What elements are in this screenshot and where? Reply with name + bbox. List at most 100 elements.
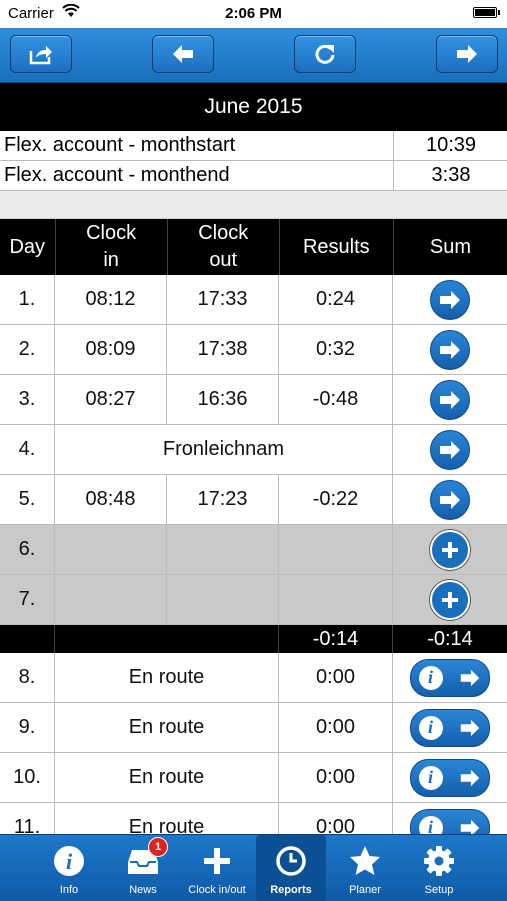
info-detail-button[interactable]: i bbox=[410, 758, 490, 797]
table-row[interactable]: 10. En route 0:00 i bbox=[0, 753, 507, 803]
tab-info[interactable]: i Info bbox=[34, 835, 104, 901]
arrow-right-icon bbox=[460, 719, 479, 736]
tab-label: Clock in/out bbox=[188, 884, 246, 896]
detail-arrow-button[interactable] bbox=[430, 279, 470, 320]
next-month-button[interactable] bbox=[436, 35, 498, 73]
add-entry-button[interactable] bbox=[430, 579, 470, 620]
tab-label: Info bbox=[59, 884, 79, 896]
flex-value: 10:39 bbox=[393, 131, 507, 160]
table-row[interactable]: 3. 08:27 16:36 -0:48 bbox=[0, 375, 507, 425]
clock-out-cell: 16:36 bbox=[167, 375, 279, 424]
share-button[interactable] bbox=[10, 35, 72, 73]
tab-setup[interactable]: Setup bbox=[404, 835, 474, 901]
tab-news[interactable]: 1 News bbox=[108, 835, 178, 901]
clock-in-cell bbox=[55, 575, 167, 624]
tab-clock-in-out[interactable]: Clock in/out bbox=[182, 835, 252, 901]
arrow-right-icon bbox=[440, 340, 460, 359]
sum-cell bbox=[393, 425, 507, 474]
sum-cell bbox=[393, 325, 507, 374]
info-detail-button[interactable]: i bbox=[410, 808, 490, 834]
info-detail-button[interactable]: i bbox=[410, 658, 490, 697]
table-row[interactable]: 9. En route 0:00 i bbox=[0, 703, 507, 753]
sum-cell bbox=[393, 375, 507, 424]
refresh-button[interactable] bbox=[294, 35, 356, 73]
sum-cell: i bbox=[393, 653, 507, 702]
svg-text:i: i bbox=[66, 849, 73, 874]
arrow-right-icon bbox=[460, 769, 479, 786]
detail-arrow-button[interactable] bbox=[430, 379, 470, 420]
clock-out-cell bbox=[167, 575, 279, 624]
clock-in-cell bbox=[55, 525, 167, 574]
header-clock-out: Clock out bbox=[168, 219, 280, 275]
table-row[interactable]: 11. En route 0:00 i bbox=[0, 803, 507, 834]
detail-arrow-button[interactable] bbox=[430, 479, 470, 520]
day-cell: 4. bbox=[0, 425, 55, 474]
note-cell: En route bbox=[55, 803, 279, 834]
result-cell: -0:22 bbox=[279, 475, 393, 524]
detail-arrow-button[interactable] bbox=[430, 329, 470, 370]
flex-row-monthstart: Flex. account - monthstart 10:39 bbox=[0, 131, 507, 161]
result-cell: -0:48 bbox=[279, 375, 393, 424]
battery-icon bbox=[473, 7, 500, 18]
tab-label: News bbox=[129, 884, 157, 896]
header-sum: Sum bbox=[429, 235, 471, 258]
table-header: Day Clock in Clock out Results Sum bbox=[0, 219, 507, 275]
plus-icon bbox=[442, 541, 458, 558]
previous-month-button[interactable] bbox=[152, 35, 214, 73]
tab-bar: i Info 1 News Clock in/out Reports Plane… bbox=[0, 834, 507, 901]
share-icon bbox=[29, 46, 52, 65]
arrow-right-icon bbox=[440, 440, 460, 459]
sum-cell: i bbox=[393, 753, 507, 802]
sum-cell bbox=[393, 525, 507, 574]
table-row[interactable]: 7. bbox=[0, 575, 507, 625]
result-cell: 0:24 bbox=[279, 275, 393, 324]
clock-out-cell: 17:33 bbox=[167, 275, 279, 324]
flex-row-monthend: Flex. account - monthend 3:38 bbox=[0, 161, 507, 191]
table-row[interactable]: 5. 08:48 17:23 -0:22 bbox=[0, 475, 507, 525]
arrow-right-icon bbox=[440, 290, 460, 309]
info-icon: i bbox=[418, 715, 443, 740]
table-row[interactable]: 6. bbox=[0, 525, 507, 575]
result-cell: 0:00 bbox=[279, 703, 393, 752]
arrow-left-icon bbox=[173, 45, 193, 63]
clock-out-cell: 17:38 bbox=[167, 325, 279, 374]
clock-out-cell bbox=[167, 525, 279, 574]
detail-arrow-button[interactable] bbox=[430, 429, 470, 470]
info-icon: i bbox=[52, 844, 86, 878]
week-sum: -0:14 bbox=[427, 627, 473, 650]
sum-cell bbox=[393, 475, 507, 524]
sum-cell bbox=[393, 275, 507, 324]
arrow-right-icon bbox=[440, 390, 460, 409]
tab-reports[interactable]: Reports bbox=[256, 835, 326, 901]
news-badge: 1 bbox=[148, 837, 168, 857]
arrow-right-icon bbox=[457, 45, 477, 63]
gear-icon bbox=[422, 844, 456, 878]
day-cell: 10. bbox=[0, 753, 55, 802]
table-row[interactable]: 8. En route 0:00 i bbox=[0, 653, 507, 703]
clock-in-cell: 08:27 bbox=[55, 375, 167, 424]
tab-label: Planer bbox=[349, 884, 381, 896]
week-results: -0:14 bbox=[279, 625, 393, 653]
day-cell: 9. bbox=[0, 703, 55, 752]
tab-planer[interactable]: Planer bbox=[330, 835, 400, 901]
info-icon: i bbox=[418, 665, 443, 690]
result-cell: 0:00 bbox=[279, 653, 393, 702]
holiday-cell: Fronleichnam bbox=[55, 425, 393, 474]
info-detail-button[interactable]: i bbox=[410, 708, 490, 747]
arrow-right-icon bbox=[460, 819, 479, 834]
note-cell: En route bbox=[55, 753, 279, 802]
table-row[interactable]: 2. 08:09 17:38 0:32 bbox=[0, 325, 507, 375]
result-cell bbox=[279, 575, 393, 624]
arrow-right-icon bbox=[460, 669, 479, 686]
add-entry-button[interactable] bbox=[430, 529, 470, 570]
day-cell: 7. bbox=[0, 575, 55, 624]
table-row[interactable]: 1. 08:12 17:33 0:24 bbox=[0, 275, 507, 325]
table-row[interactable]: 4. Fronleichnam bbox=[0, 425, 507, 475]
spacer bbox=[0, 191, 507, 219]
day-cell: 2. bbox=[0, 325, 55, 374]
flex-value: 3:38 bbox=[393, 161, 507, 190]
result-cell: 0:00 bbox=[279, 753, 393, 802]
day-cell: 8. bbox=[0, 653, 55, 702]
plus-icon bbox=[200, 844, 234, 878]
report-content[interactable]: June 2015 Flex. account - monthstart 10:… bbox=[0, 83, 507, 834]
